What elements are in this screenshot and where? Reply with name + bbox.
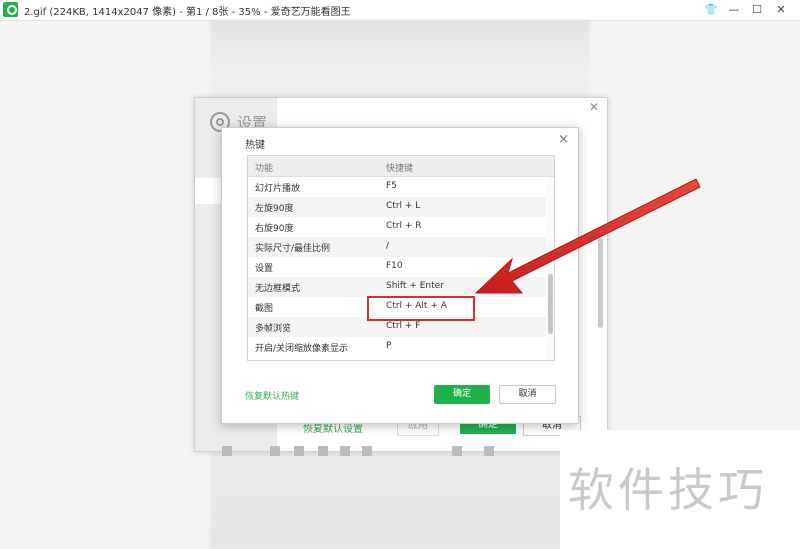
- row-hotkey[interactable]: Shift + Enter: [386, 281, 444, 291]
- close-button[interactable]: ✕: [773, 2, 789, 18]
- toolbar-icon[interactable]: [318, 446, 328, 456]
- toolbar-icon[interactable]: [340, 446, 350, 456]
- column-header-function: 功能: [255, 164, 274, 174]
- watermark: 软件技巧: [560, 430, 800, 549]
- restore-default-hotkeys-link[interactable]: 恢复默认热键: [245, 389, 299, 402]
- row-hotkey[interactable]: F10: [386, 261, 403, 271]
- row-hotkey[interactable]: P: [386, 341, 391, 351]
- row-function: 左旋90度: [255, 204, 294, 214]
- red-arrow-icon: [474, 178, 701, 294]
- toolbar-icon[interactable]: [270, 446, 280, 456]
- ok-button[interactable]: 确定: [434, 385, 490, 404]
- row-function: 开启/关闭缩放像素显示: [255, 344, 349, 354]
- highlight-box: [367, 296, 475, 321]
- row-function: 截图: [255, 304, 274, 314]
- row-function: 设置: [255, 264, 274, 274]
- minimize-button[interactable]: —: [726, 2, 742, 18]
- maximize-button[interactable]: ☐: [749, 2, 765, 18]
- row-function: 幻灯片播放: [255, 184, 301, 194]
- row-function: 右旋90度: [255, 224, 294, 234]
- toolbar-icon[interactable]: [452, 446, 462, 456]
- row-function: 多帧浏览: [255, 324, 292, 334]
- column-header-hotkey: 快捷键: [386, 164, 414, 174]
- row-hotkey[interactable]: /: [386, 241, 389, 251]
- row-hotkey[interactable]: F5: [386, 181, 397, 191]
- close-icon[interactable]: ×: [558, 132, 569, 147]
- cancel-button[interactable]: 取消: [499, 385, 556, 404]
- app-logo-icon: [3, 2, 18, 17]
- row-function: 实际尺寸/最佳比例: [255, 244, 331, 254]
- window-title: 2.gif (224KB, 1414x2047 像素) - 第1 / 8张 - …: [24, 7, 351, 18]
- table-header: 功能 快捷键: [248, 156, 554, 177]
- toolbar-icon[interactable]: [294, 446, 304, 456]
- toolbar-icon[interactable]: [362, 446, 372, 456]
- toolbar-icon[interactable]: [484, 446, 494, 456]
- row-hotkey[interactable]: Ctrl + R: [386, 221, 422, 231]
- row-hotkey[interactable]: Ctrl + F: [386, 321, 420, 331]
- settings-close-icon[interactable]: ✕: [589, 100, 599, 114]
- toolbar-icon[interactable]: [222, 446, 232, 456]
- viewer-toolbar: [222, 446, 522, 458]
- table-row[interactable]: 开启/关闭缩放像素显示 P: [248, 337, 546, 357]
- hotkey-dialog-title: 热键: [245, 140, 265, 151]
- watermark-text: 软件技巧: [568, 463, 768, 517]
- title-bar: 2.gif (224KB, 1414x2047 像素) - 第1 / 8张 - …: [0, 0, 800, 21]
- skin-icon[interactable]: 👕: [703, 2, 719, 18]
- row-hotkey[interactable]: Ctrl + L: [386, 201, 420, 211]
- row-function: 无边框模式: [255, 284, 301, 294]
